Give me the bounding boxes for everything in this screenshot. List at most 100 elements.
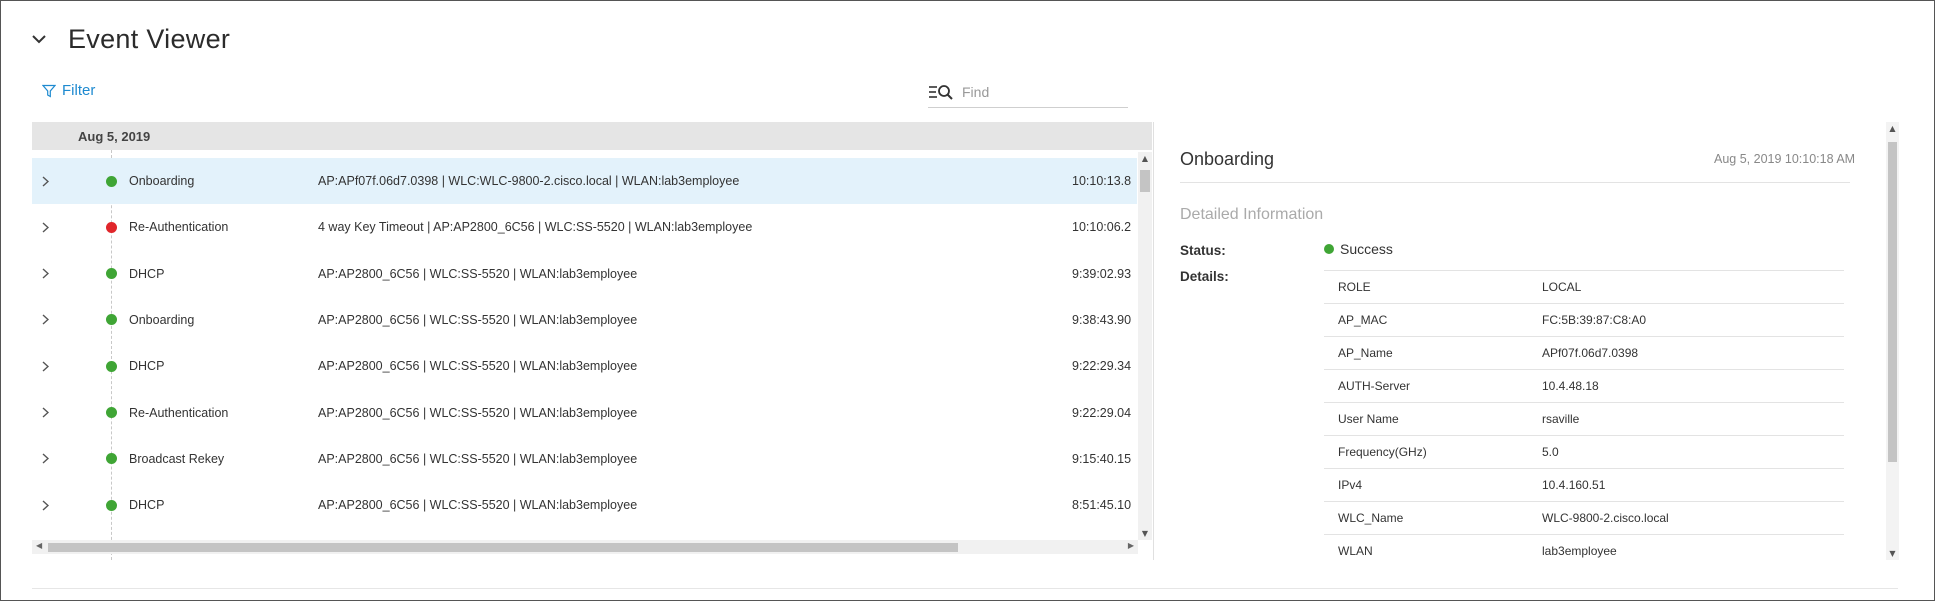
event-details: AP:AP2800_6C56 | WLC:SS-5520 | WLAN:lab3…: [318, 451, 638, 466]
chevron-right-icon[interactable]: [32, 500, 62, 511]
divider: [32, 588, 1898, 589]
detail-value: 10.4.48.18: [1542, 379, 1599, 393]
detail-key: AP_Name: [1338, 346, 1393, 360]
details-label: Details:: [1180, 269, 1229, 284]
event-time: 9:22:29.34: [1072, 359, 1132, 374]
chevron-right-icon[interactable]: [32, 175, 62, 187]
detail-row: IPv4 10.4.160.51: [1324, 468, 1844, 501]
detail-value: 10.4.160.51: [1542, 478, 1606, 492]
event-row[interactable]: Re-Authentication 4 way Key Timeout | AP:…: [32, 204, 1137, 250]
event-name: Onboarding: [129, 174, 195, 188]
event-time: 9:15:40.15: [1072, 451, 1132, 466]
detail-key: WLC_Name: [1338, 511, 1404, 525]
detail-row: User Name rsaville: [1324, 402, 1844, 435]
event-name: DHCP: [129, 359, 165, 374]
event-row[interactable]: DHCP AP:AP2800_6C56 | WLC:SS-5520 | WLAN:…: [32, 343, 1137, 389]
event-row[interactable]: DHCP AP:AP2800_6C56 | WLC:SS-5520 | WLAN:…: [32, 482, 1137, 528]
detail-row: AP_Name APf07f.06d7.0398: [1324, 336, 1844, 369]
event-details: AP:AP2800_6C56 | WLC:SS-5520 | WLAN:lab3…: [318, 312, 638, 327]
event-details: AP:AP2800_6C56 | WLC:SS-5520 | WLAN:lab3…: [318, 405, 638, 420]
event-name: DHCP: [129, 498, 165, 513]
event-viewer-header: Event Viewer: [28, 24, 230, 55]
event-row[interactable]: Onboarding AP:AP2800_6C56 | WLC:SS-5520 |…: [32, 297, 1137, 343]
detail-key: ROLE: [1338, 280, 1371, 294]
detail-vertical-scrollbar[interactable]: ▲ ▼: [1886, 122, 1899, 560]
scroll-up-icon[interactable]: ▲: [1886, 124, 1899, 133]
status-dot-icon: [106, 499, 117, 511]
detail-value: FC:5B:39:87:C8:A0: [1542, 313, 1647, 327]
page-title: Event Viewer: [68, 24, 231, 54]
chevron-right-icon[interactable]: [32, 453, 62, 464]
scroll-thumb[interactable]: [48, 543, 958, 552]
status-value: Success: [1324, 241, 1393, 257]
event-details: AP:APf07f.06d7.0398 | WLC:WLC-9800-2.cis…: [318, 174, 740, 188]
event-detail-panel: Onboarding Aug 5, 2019 10:10:18 AM Detai…: [1153, 122, 1899, 560]
divider: [1180, 182, 1850, 183]
scroll-right-icon[interactable]: ▶: [1128, 541, 1134, 550]
detail-title: Onboarding: [1180, 149, 1275, 169]
details-table: ROLE LOCAL AP_MAC FC:5B:39:87:C8:A0 AP_Name A…: [1324, 270, 1844, 567]
event-time: 10:10:13.8: [1072, 174, 1132, 188]
event-row[interactable]: DHCP AP:AP2800_6C56 | WLC:SS-5520 | WLAN:…: [32, 251, 1137, 297]
event-list: Aug 5, 2019 Onboarding AP:APf07f.06d7.039…: [32, 122, 1152, 562]
list-search-icon: [928, 84, 954, 100]
list-vertical-scrollbar[interactable]: ▲ ▼: [1138, 152, 1152, 540]
find-input[interactable]: [962, 83, 1112, 100]
filter-button[interactable]: Filter: [42, 82, 95, 99]
event-time: 9:38:43.90: [1072, 312, 1132, 327]
success-dot-icon: [1324, 244, 1334, 254]
chevron-right-icon[interactable]: [32, 361, 62, 372]
status-dot-icon: [106, 360, 117, 372]
detail-row: AUTH-Server 10.4.48.18: [1324, 369, 1844, 402]
chevron-down-icon[interactable]: [28, 29, 50, 51]
status-dot-icon: [106, 221, 117, 233]
filter-label: Filter: [62, 82, 96, 99]
detail-key: User Name: [1338, 412, 1399, 426]
detail-key: WLAN: [1338, 544, 1373, 558]
detail-key: AUTH-Server: [1338, 379, 1411, 393]
detail-key: AP_MAC: [1338, 313, 1388, 327]
status-dot-icon: [106, 175, 117, 187]
status-dot-icon: [106, 453, 117, 465]
detail-timestamp: Aug 5, 2019 10:10:18 AM: [1714, 152, 1856, 166]
event-row[interactable]: Broadcast Rekey AP:AP2800_6C56 | WLC:SS-5…: [32, 436, 1137, 482]
list-horizontal-scrollbar[interactable]: ◀ ▶: [32, 540, 1138, 554]
scroll-up-icon[interactable]: ▲: [1138, 154, 1152, 163]
event-time: 10:10:06.2: [1072, 220, 1132, 235]
detail-row: WLC_Name WLC-9800-2.cisco.local: [1324, 501, 1844, 534]
event-row[interactable]: Re-Authentication AP:AP2800_6C56 | WLC:SS…: [32, 390, 1137, 436]
event-details: AP:AP2800_6C56 | WLC:SS-5520 | WLAN:lab3…: [318, 266, 638, 281]
find-box[interactable]: [928, 76, 1128, 108]
status-dot-icon: [106, 268, 117, 280]
event-name: DHCP: [129, 266, 165, 281]
detail-value: WLC-9800-2.cisco.local: [1542, 511, 1669, 525]
chevron-right-icon[interactable]: [32, 407, 62, 418]
event-row[interactable]: Onboarding AP:APf07f.06d7.0398 | WLC:WLC-…: [32, 158, 1137, 204]
scroll-thumb[interactable]: [1888, 142, 1897, 462]
event-time: 9:39:02.93: [1072, 266, 1132, 281]
scroll-down-icon[interactable]: ▼: [1138, 529, 1152, 538]
detail-key: IPv4: [1338, 478, 1363, 492]
status-text: Success: [1340, 241, 1393, 257]
detail-row: AP_MAC FC:5B:39:87:C8:A0: [1324, 303, 1844, 336]
event-name: Onboarding: [129, 312, 195, 327]
detail-value: LOCAL: [1542, 280, 1582, 294]
chevron-right-icon[interactable]: [32, 268, 62, 279]
status-dot-icon: [106, 407, 117, 418]
event-name: Re-Authentication: [129, 405, 229, 420]
date-label: Aug 5, 2019: [78, 129, 151, 144]
detail-row: WLAN lab3employee: [1324, 534, 1844, 567]
scroll-down-icon[interactable]: ▼: [1886, 549, 1899, 558]
event-details: AP:AP2800_6C56 | WLC:SS-5520 | WLAN:lab3…: [318, 498, 638, 513]
detail-value: APf07f.06d7.0398: [1542, 346, 1639, 360]
chevron-right-icon[interactable]: [32, 222, 62, 233]
detail-value: rsaville: [1542, 412, 1580, 426]
status-dot-icon: [106, 314, 117, 326]
scroll-left-icon[interactable]: ◀: [36, 541, 42, 550]
chevron-right-icon[interactable]: [32, 314, 62, 325]
status-label: Status:: [1180, 243, 1226, 258]
detail-row: Frequency(GHz) 5.0: [1324, 435, 1844, 468]
scroll-thumb[interactable]: [1140, 170, 1150, 192]
detail-value: 5.0: [1542, 445, 1559, 459]
filter-icon: [42, 84, 56, 98]
